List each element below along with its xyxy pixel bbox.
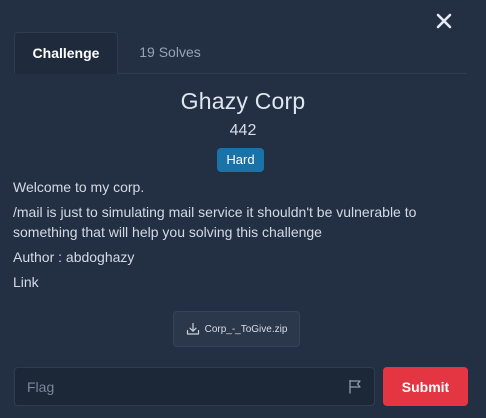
file-name: Corp_-_ToGive.zip xyxy=(204,323,288,335)
flag-icon xyxy=(348,379,362,394)
download-file-button[interactable]: Corp_-_ToGive.zip xyxy=(173,311,300,347)
tab-challenge[interactable]: Challenge xyxy=(14,32,118,74)
challenge-points: 442 xyxy=(229,122,257,139)
challenge-modal: Challenge 19 Solves Ghazy Corp 442 Hard … xyxy=(0,0,486,418)
flag-field xyxy=(14,367,375,406)
tab-solves[interactable]: 19 Solves xyxy=(122,32,218,74)
submit-button[interactable]: Submit xyxy=(383,367,468,406)
link-line: Link xyxy=(13,272,453,292)
description-text: Welcome to my corp. xyxy=(13,179,145,195)
author-line: Author : abdoghazy xyxy=(13,247,453,267)
close-icon[interactable] xyxy=(435,12,453,30)
tab-bar: Challenge 19 Solves xyxy=(14,32,467,74)
flag-input[interactable] xyxy=(15,368,335,405)
challenge-link[interactable]: Link xyxy=(13,272,453,292)
description-paragraph: /mail is just to simulating mail service… xyxy=(13,202,453,242)
download-icon xyxy=(186,322,200,336)
challenge-title: Ghazy Corp xyxy=(180,88,306,114)
author-text: Author : abdoghazy xyxy=(13,249,135,265)
description-paragraph: Welcome to my corp. xyxy=(13,177,453,197)
description-text: /mail is just to simulating mail service… xyxy=(13,204,417,240)
difficulty-badge: Hard xyxy=(217,148,264,172)
